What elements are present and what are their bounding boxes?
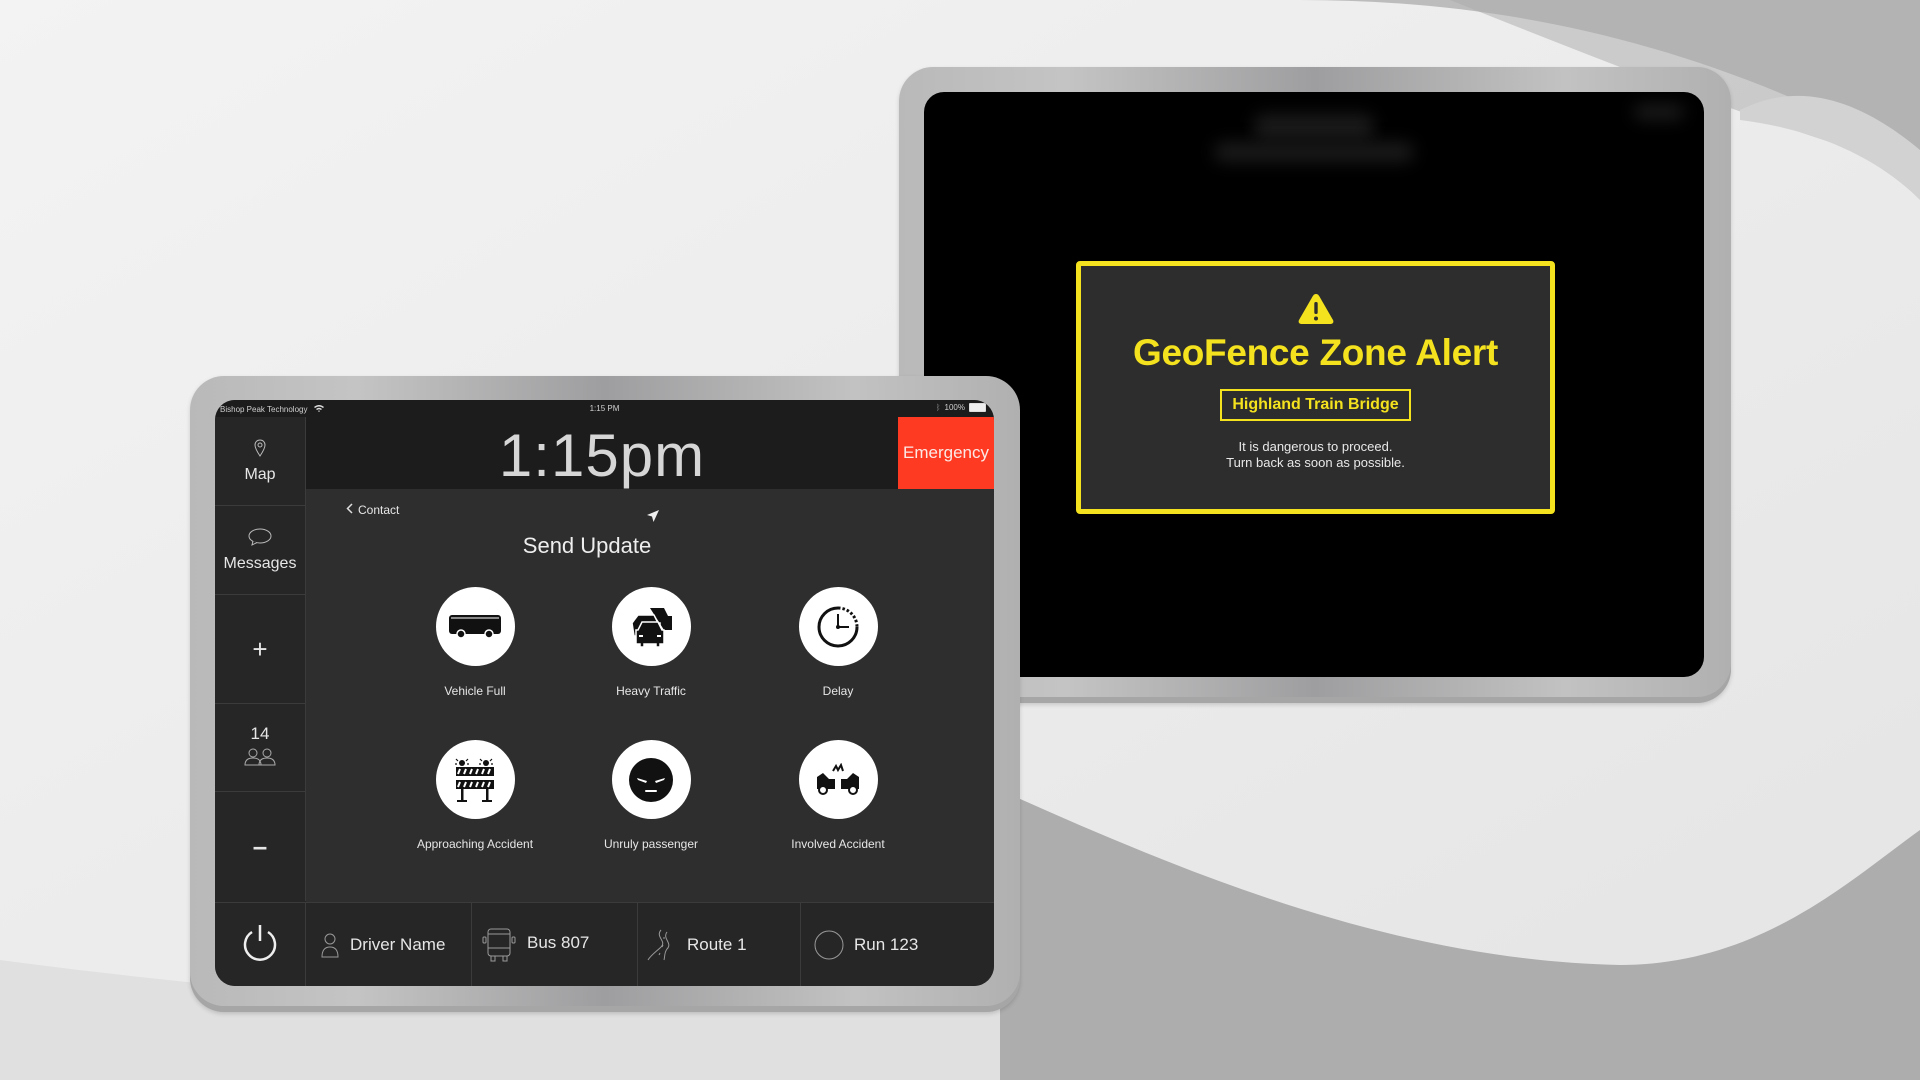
action-label: Involved Accident <box>791 837 885 851</box>
chevron-left-icon <box>346 503 353 517</box>
send-update-panel: Contact Send Update Vehicle Full Heavy T… <box>306 489 994 902</box>
blurred-subtitle <box>1214 142 1414 162</box>
power-button[interactable] <box>215 903 306 986</box>
car-crash-icon <box>798 740 878 819</box>
sidebar-item-map[interactable]: Map <box>215 417 306 506</box>
driver-name: Driver Name <box>350 935 446 954</box>
sidebar-item-label: Messages <box>223 554 297 572</box>
run-number: Run 123 <box>854 935 919 954</box>
decrement-passenger-button[interactable]: – <box>215 792 306 901</box>
blurred-clock <box>1254 114 1374 140</box>
sidebar: Map Messages + 14 – <box>215 417 306 902</box>
action-vehicle-full[interactable]: Vehicle Full <box>395 587 555 698</box>
speech-bubble-icon <box>248 528 272 551</box>
clock-icon <box>798 587 878 666</box>
blurred-status <box>1634 104 1684 120</box>
battery-percent: 100% <box>944 403 965 412</box>
alert-message-line2: Turn back as soon as possible. <box>1226 455 1405 470</box>
header: 1:15pm Emergency <box>306 417 994 489</box>
action-involved-accident[interactable]: Involved Accident <box>758 740 918 851</box>
action-approaching-accident[interactable]: Approaching Accident <box>395 740 555 851</box>
action-unruly-passenger[interactable]: Unruly passenger <box>571 740 731 851</box>
action-label: Vehicle Full <box>444 684 506 698</box>
battery-indicator: ᛒ 100% <box>936 403 986 412</box>
alert-message-line1: It is dangerous to proceed. <box>1238 439 1393 454</box>
angry-face-icon <box>611 740 691 819</box>
geofence-alert: GeoFence Zone Alert Highland Train Bridg… <box>1076 261 1555 514</box>
bus-number: Bus 807 <box>527 933 590 952</box>
alert-screen: GeoFence Zone Alert Highland Train Bridg… <box>924 92 1704 677</box>
bus-number-field[interactable]: Bus 807 <box>473 903 638 986</box>
emergency-button[interactable]: Emergency <box>898 417 994 489</box>
route-field[interactable]: Route 1 <box>639 903 801 986</box>
action-label: Unruly passenger <box>603 837 699 851</box>
back-label: Contact <box>358 503 400 517</box>
action-label: Approaching Accident <box>416 837 534 851</box>
run-field[interactable]: Run 123 <box>802 903 994 986</box>
alert-message: It is dangerous to proceed. Turn back as… <box>1081 439 1550 471</box>
driver-app-screen: Bishop Peak Technology 1:15 PM ᛒ 100% 1:… <box>215 400 994 986</box>
left-tablet: Bishop Peak Technology 1:15 PM ᛒ 100% 1:… <box>190 376 1020 1012</box>
status-time: 1:15 PM <box>589 404 620 413</box>
bus-icon <box>435 587 515 666</box>
page-title: Send Update <box>522 533 652 558</box>
power-icon <box>240 922 280 969</box>
status-bar: Bishop Peak Technology 1:15 PM ᛒ 100% <box>215 400 994 417</box>
driver-name-field[interactable]: Driver Name <box>306 903 472 986</box>
paper-plane-icon <box>646 509 660 528</box>
sidebar-item-messages[interactable]: Messages <box>215 506 306 595</box>
passenger-count-value: 14 <box>250 724 270 743</box>
action-label: Heavy Traffic <box>616 684 686 698</box>
sidebar-item-label: Map <box>244 465 276 483</box>
run-circle-icon <box>814 930 844 960</box>
person-icon <box>320 932 340 958</box>
current-time: 1:15pm <box>498 422 706 489</box>
footer-bar: Driver Name Bus 807 Route 1 Run 123 <box>215 902 994 986</box>
people-icon <box>244 748 276 771</box>
action-label: Delay <box>822 684 854 698</box>
passenger-count: 14 <box>215 704 306 792</box>
road-icon <box>647 929 677 961</box>
action-delay[interactable]: Delay <box>758 587 918 698</box>
bus-front-icon <box>481 928 517 962</box>
alert-title: GeoFence Zone Alert <box>1132 332 1499 373</box>
route-name: Route 1 <box>687 935 747 954</box>
traffic-icon <box>611 587 691 666</box>
map-pin-icon <box>254 438 266 462</box>
barricade-icon <box>435 740 515 819</box>
battery-icon <box>969 403 986 412</box>
increment-passenger-button[interactable]: + <box>215 595 306 704</box>
bluetooth-icon: ᛒ <box>935 403 941 412</box>
right-tablet: GeoFence Zone Alert Highland Train Bridg… <box>899 67 1731 703</box>
plus-icon: + <box>252 633 268 664</box>
minus-icon: – <box>252 831 268 861</box>
zone-name-badge: Highland Train Bridge <box>1220 389 1411 421</box>
back-to-contact-link[interactable]: Contact <box>346 503 399 517</box>
warning-icon <box>1081 292 1550 326</box>
action-heavy-traffic[interactable]: Heavy Traffic <box>571 587 731 698</box>
